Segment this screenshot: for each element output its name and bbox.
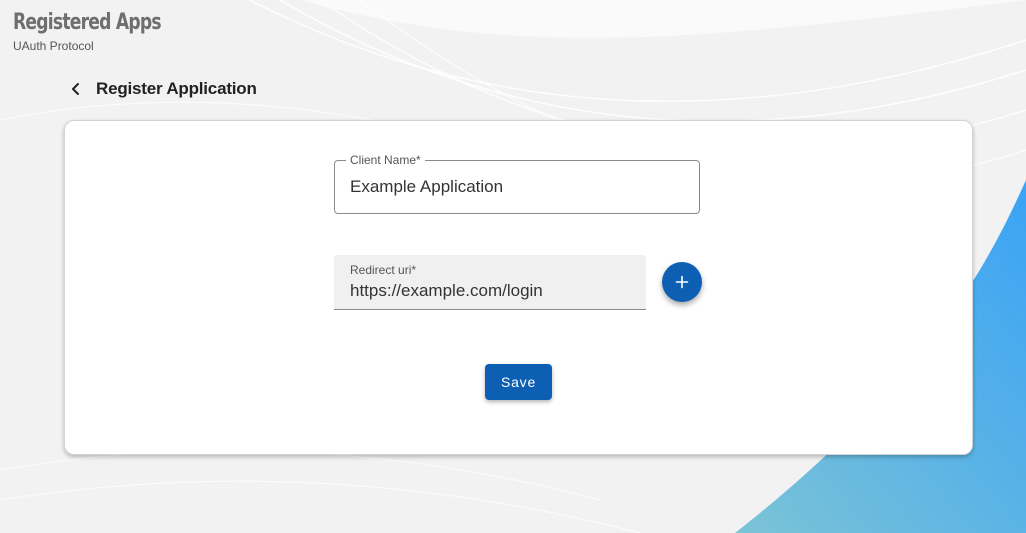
redirect-uri-input[interactable]	[350, 281, 635, 301]
save-button[interactable]: Save	[485, 364, 552, 400]
app-title: Registered Apps	[13, 10, 162, 35]
add-redirect-uri-button[interactable]	[662, 262, 702, 302]
redirect-uri-field[interactable]: Redirect uri*	[334, 255, 646, 310]
register-form-card: Client Name* Redirect uri* Save	[64, 120, 973, 455]
page-title: Register Application	[96, 79, 257, 98]
client-name-input[interactable]	[350, 177, 685, 197]
plus-icon	[675, 275, 689, 289]
chevron-left-icon	[72, 83, 79, 95]
back-button[interactable]	[66, 78, 86, 100]
client-name-field[interactable]: Client Name*	[334, 153, 700, 214]
redirect-uri-label: Redirect uri*	[350, 263, 417, 277]
page-header: Register Application	[66, 78, 257, 100]
client-name-label: Client Name*	[346, 153, 425, 167]
app-subtitle: UAuth Protocol	[13, 39, 94, 53]
